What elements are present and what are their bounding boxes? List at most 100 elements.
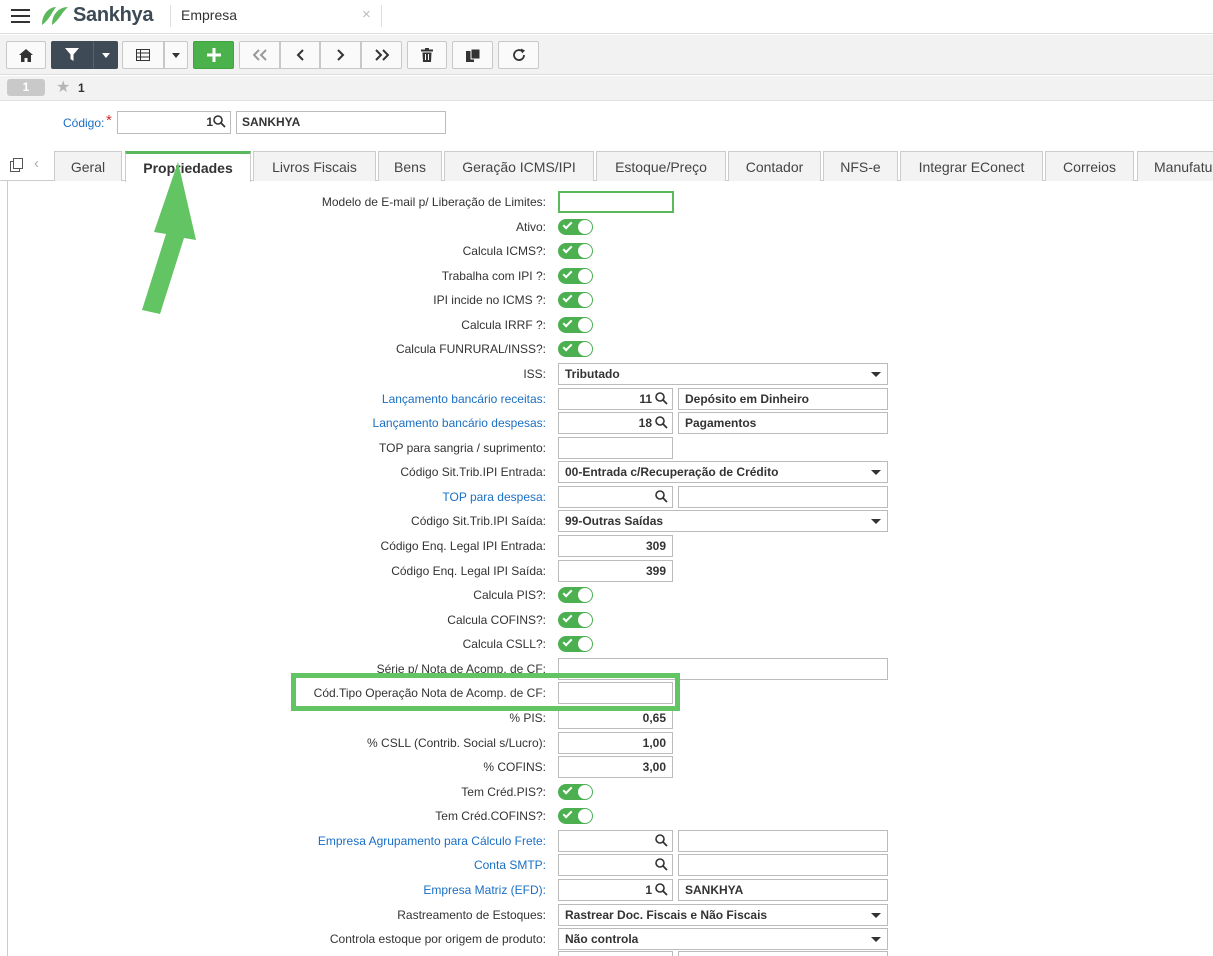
search-icon[interactable] xyxy=(655,490,668,503)
lancamento-bancario-despesas-label[interactable]: Lançamento bancário despesas: xyxy=(373,416,546,430)
lancamento-bancario-receitas-label[interactable]: Lançamento bancário receitas: xyxy=(382,392,546,406)
app-tab-title[interactable]: Empresa xyxy=(181,7,237,23)
check-icon xyxy=(562,268,573,279)
empresa-agrupamento-para-calculo-frete-label[interactable]: Empresa Agrupamento para Cálculo Frete: xyxy=(318,834,546,848)
calcula-funrural-inss-label: Calcula FUNRURAL/INSS?: xyxy=(395,342,546,357)
check-icon xyxy=(562,243,573,254)
required-mark: * xyxy=(106,112,112,129)
calcula-cofins-toggle[interactable] xyxy=(558,611,593,628)
calcula-csll-toggle[interactable] xyxy=(558,636,593,653)
filter-icon xyxy=(65,48,79,61)
tab-estoque-pre-o[interactable]: Estoque/Preço xyxy=(596,151,726,181)
divider xyxy=(170,5,171,27)
top-para-sangria-suprimento-input[interactable] xyxy=(558,436,673,459)
empresa-matriz-efd-label[interactable]: Empresa Matriz (EFD): xyxy=(423,883,546,897)
menu-icon[interactable] xyxy=(11,9,30,24)
cod-tipo-operacao-nota-de-acomp-de-cf-input[interactable] xyxy=(558,682,673,705)
tab-propriedades[interactable]: Propriedades xyxy=(125,151,251,182)
csll-contrib-social-s-lucro-input[interactable]: 1,00 xyxy=(558,731,673,754)
tem-cred-pis-toggle[interactable] xyxy=(558,783,593,800)
controla-estoque-por-origem-de-produto-select[interactable]: Não controla xyxy=(558,928,888,951)
toggle-knob xyxy=(578,809,592,824)
filter-button[interactable] xyxy=(51,41,93,69)
first-record-button[interactable] xyxy=(239,41,280,69)
codigo-enq-legal-ipi-saida-label: Código Enq. Legal IPI Saída: xyxy=(391,563,546,578)
refresh-icon xyxy=(512,48,525,61)
pis-input[interactable]: 0,65 xyxy=(558,706,673,729)
tab-integrar-econect[interactable]: Integrar EConect xyxy=(900,151,1043,181)
top-bar: Sankhya Empresa × xyxy=(0,0,1213,34)
toggle-knob xyxy=(578,612,592,627)
home-icon xyxy=(19,48,33,62)
pis-label: % PIS: xyxy=(509,710,546,725)
trabalha-com-ipi-toggle[interactable] xyxy=(558,267,593,284)
calcula-icms-label: Calcula ICMS?: xyxy=(462,244,546,259)
check-icon xyxy=(562,784,573,795)
calcula-pis-label: Calcula PIS?: xyxy=(473,588,546,603)
tab-manufatura[interactable]: Manufatura xyxy=(1137,151,1213,181)
toggle-knob xyxy=(578,342,592,357)
codigo-sit-trib-ipi-saida-select[interactable]: 99-Outras Saídas xyxy=(558,510,888,533)
ativo-label: Ativo: xyxy=(515,219,546,234)
search-icon[interactable] xyxy=(655,883,668,896)
check-icon xyxy=(562,808,573,819)
selected-value: 99-Outras Saídas xyxy=(565,514,664,529)
tab-correios[interactable]: Correios xyxy=(1045,151,1134,181)
tab-bens[interactable]: Bens xyxy=(378,151,442,181)
search-icon[interactable] xyxy=(655,416,668,429)
codigo-enq-legal-ipi-saida-input[interactable]: 399 xyxy=(558,559,673,582)
partial-input[interactable] xyxy=(558,951,673,956)
check-icon xyxy=(562,587,573,598)
calcula-icms-toggle[interactable] xyxy=(558,243,593,260)
search-icon[interactable] xyxy=(213,115,226,128)
top-para-despesa-label[interactable]: TOP para despesa: xyxy=(442,490,546,504)
refresh-button[interactable] xyxy=(498,41,539,69)
view-dropdown-button[interactable] xyxy=(164,41,188,69)
calcula-funrural-inss-toggle[interactable] xyxy=(558,341,593,358)
search-icon[interactable] xyxy=(655,834,668,847)
toggle-knob xyxy=(578,219,592,234)
codigo-sit-trib-ipi-entrada-label: Código Sit.Trib.IPI Entrada: xyxy=(400,465,546,480)
calcula-pis-toggle[interactable] xyxy=(558,587,593,604)
cofins-input[interactable]: 3,00 xyxy=(558,756,673,779)
modelo-de-e-mail-p-liberacao-de-limites-input[interactable] xyxy=(558,191,674,213)
tab-livros-fiscais[interactable]: Livros Fiscais xyxy=(253,151,376,181)
conta-smtp-label[interactable]: Conta SMTP: xyxy=(474,858,546,872)
tab-geral[interactable]: Geral xyxy=(54,151,122,181)
selected-value: Não controla xyxy=(565,932,639,947)
star-icon[interactable]: ★ xyxy=(56,79,70,96)
close-tab-icon[interactable]: × xyxy=(362,6,371,23)
ipi-incide-no-icms-toggle[interactable] xyxy=(558,292,593,309)
filter-dropdown-button[interactable] xyxy=(93,41,118,69)
grid-view-button[interactable] xyxy=(122,41,164,69)
partial-input[interactable] xyxy=(678,951,888,956)
calcula-irrf-toggle[interactable] xyxy=(558,316,593,333)
home-button[interactable] xyxy=(6,41,46,69)
tem-cred-cofins-toggle[interactable] xyxy=(558,808,593,825)
iss-select[interactable]: Tributado xyxy=(558,362,888,385)
previous-record-button[interactable] xyxy=(280,41,320,69)
duplicate-button[interactable] xyxy=(452,41,493,69)
empresa-agrupamento-para-calculo-frete-description xyxy=(678,829,888,852)
tab-nfs-e[interactable]: NFS-e xyxy=(823,151,898,181)
next-record-button[interactable] xyxy=(320,41,361,69)
calcula-cofins-label: Calcula COFINS?: xyxy=(447,612,546,627)
search-icon[interactable] xyxy=(655,858,668,872)
tab-gera-o-icms-ipi[interactable]: Geração ICMS/IPI xyxy=(444,151,594,181)
rastreamento-de-estoques-select[interactable]: Rastrear Doc. Fiscais e Não Fiscais xyxy=(558,903,888,926)
tab-contador[interactable]: Contador xyxy=(728,151,821,181)
iss-label: ISS: xyxy=(523,366,546,381)
tab-scroll-left-icon[interactable]: ‹ xyxy=(34,155,39,172)
serie-p-nota-de-acomp-de-cf-input[interactable] xyxy=(558,657,888,680)
sankhya-logo-icon xyxy=(42,7,68,25)
codigo-sit-trib-ipi-entrada-select[interactable]: 00-Entrada c/Recuperação de Crédito xyxy=(558,461,888,484)
add-button[interactable] xyxy=(193,41,234,69)
codigo-enq-legal-ipi-entrada-input[interactable]: 309 xyxy=(558,534,673,557)
search-icon[interactable] xyxy=(655,391,668,405)
delete-button[interactable] xyxy=(407,41,447,69)
ativo-toggle[interactable] xyxy=(558,218,593,235)
copy-icon[interactable] xyxy=(10,158,24,172)
last-record-button[interactable] xyxy=(361,41,402,69)
code-label: Código: xyxy=(63,116,105,130)
rastreamento-de-estoques-label: Rastreamento de Estoques: xyxy=(397,907,546,922)
